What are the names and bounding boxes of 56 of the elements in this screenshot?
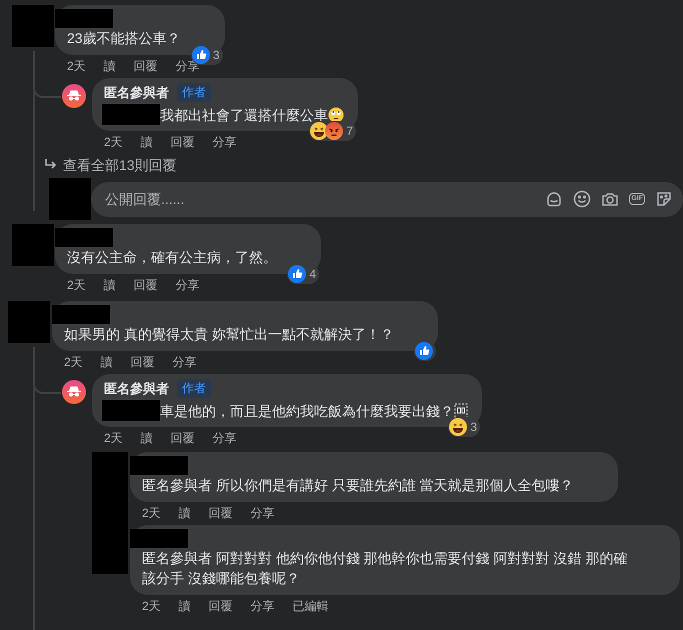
laughing-emoji-icon: [449, 418, 468, 436]
action-link[interactable]: 分享: [250, 505, 275, 521]
action-link[interactable]: 讀: [100, 354, 113, 370]
timestamp: 2天: [64, 354, 83, 370]
redaction-block: [49, 178, 91, 220]
comment-text: 我都出社會了還搭什麼公車: [160, 106, 328, 124]
view-replies-text[interactable]: 查看全部13則回覆: [63, 156, 177, 174]
anonymous-avatar-icon: [62, 380, 86, 404]
redaction-block: [8, 301, 50, 343]
action-link[interactable]: 回覆: [170, 134, 195, 150]
timestamp: 2天: [104, 134, 123, 150]
action-link[interactable]: 已編輯: [292, 598, 329, 614]
comment-text: 匿名參與者 阿對對對 他約你他付錢 那他幹你也需要付錢 阿對對對 沒錯 那的確該分手 沒錢哪能包養呢？: [141, 549, 628, 588]
anonymous-avatar-icon: [62, 84, 86, 108]
action-link[interactable]: 分享: [212, 430, 237, 446]
action-link[interactable]: 分享: [212, 134, 237, 150]
action-link[interactable]: 讀: [104, 277, 116, 293]
sticker-icon[interactable]: [655, 190, 673, 208]
action-link[interactable]: 回覆: [130, 354, 155, 370]
comment-text: 車是他的，而且是他約我吃飯為什麼我要出錢？: [160, 402, 454, 420]
action-link[interactable]: 回覆: [208, 505, 233, 521]
author-badge: 作者: [177, 83, 211, 102]
missing-glyph-icon: [454, 402, 468, 418]
action-link[interactable]: 讀: [104, 58, 116, 74]
like-icon: [288, 265, 306, 283]
action-link[interactable]: 回覆: [134, 58, 158, 74]
reaction-count: 3: [212, 48, 220, 62]
timestamp: 2天: [104, 430, 123, 446]
action-link[interactable]: 讀: [140, 430, 153, 446]
author-name: 匿名參與者: [104, 84, 169, 102]
reaction-count: 4: [309, 267, 316, 281]
avatar-sticker-icon[interactable]: [545, 190, 564, 208]
comment-text: 如果男的 真的覺得太貴 妳幫忙出一點不就解決了！？: [63, 325, 394, 344]
comment-text: 沒有公主命，確有公主病，了然。: [66, 248, 277, 267]
emoji-icon[interactable]: [573, 190, 592, 208]
view-replies-link[interactable]: 查看全部13則回覆: [43, 156, 683, 174]
action-link[interactable]: 分享: [250, 598, 275, 614]
timestamp: 2天: [142, 505, 161, 521]
action-link[interactable]: 回覆: [134, 277, 158, 293]
comment-text: 匿名參與者 所以你們是有講好 只要誰先約誰 當天就是那個人全包嘍？: [141, 476, 574, 495]
author-name: 匿名參與者: [104, 380, 169, 398]
action-link[interactable]: 分享: [176, 277, 200, 293]
author-badge: 作者: [177, 379, 211, 398]
timestamp: 2天: [67, 277, 86, 293]
timestamp: 2天: [142, 598, 161, 614]
action-link[interactable]: 回覆: [208, 598, 233, 614]
action-link[interactable]: 讀: [178, 598, 191, 614]
timestamp: 2天: [67, 58, 86, 74]
reaction-count: 7: [346, 124, 353, 138]
action-link[interactable]: 讀: [178, 505, 191, 521]
action-link[interactable]: 回覆: [170, 430, 195, 446]
action-link[interactable]: 讀: [140, 134, 153, 150]
angry-emoji-icon: [325, 122, 344, 140]
comment-text: 23歲不能搭公車？: [66, 29, 181, 48]
action-link[interactable]: 分享: [172, 354, 197, 370]
reaction-count: 3: [470, 420, 477, 434]
